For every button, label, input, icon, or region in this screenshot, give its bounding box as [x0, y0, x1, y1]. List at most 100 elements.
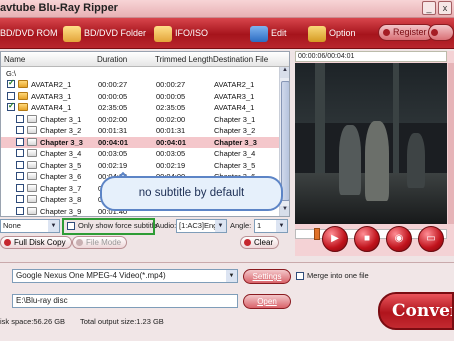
row-checkbox[interactable]	[16, 195, 24, 203]
ifo-iso-label: IFO/ISO	[175, 28, 209, 38]
file-icon	[27, 114, 37, 123]
stop-button[interactable]: ■	[354, 226, 380, 252]
clear-label: Clear	[254, 238, 274, 247]
row-checkbox[interactable]	[16, 172, 24, 180]
scroll-thumb[interactable]	[281, 81, 289, 201]
chevron-down-icon: ▼	[226, 270, 237, 282]
scene-figure	[407, 133, 425, 188]
register-icon	[383, 29, 390, 37]
row-checkbox[interactable]	[16, 160, 24, 169]
folder-icon	[18, 103, 28, 111]
open-button[interactable]: Open	[243, 294, 291, 309]
merge-label: Merge into one file	[307, 271, 369, 280]
toolbar: BD/DVD ROM BD/DVD Folder IFO/ISO Edit Op…	[0, 18, 454, 49]
video-preview	[295, 63, 447, 224]
settings-button[interactable]: Settings	[243, 269, 291, 284]
row-checkbox[interactable]	[16, 149, 24, 157]
file-mode-button[interactable]: File Mode	[72, 236, 128, 249]
bd-rom-button[interactable]: BD/DVD ROM	[0, 22, 58, 44]
output-folder-value: E:\Blu-ray disc	[16, 296, 68, 305]
convert-button[interactable]: Conver	[378, 292, 454, 330]
row-duration: 00:01:31	[98, 126, 128, 135]
output-folder-field[interactable]: E:\Blu-ray disc	[12, 294, 238, 308]
format-select[interactable]: Google Nexus One MPEG-4 Video(*.mp4) ▼	[12, 269, 238, 283]
scene-pillar	[393, 63, 399, 183]
table-row[interactable]: Chapter 3_1 00:02:00 00:02:00 Chapter 3_1	[1, 114, 279, 125]
subtitle-value: None	[3, 221, 21, 230]
row-checkbox[interactable]	[16, 126, 24, 134]
row-trimmed: 02:35:05	[156, 103, 186, 112]
file-icon	[27, 206, 37, 215]
row-duration: 00:00:05	[98, 91, 128, 101]
merge-checkbox[interactable]	[296, 272, 304, 280]
file-icon	[27, 195, 37, 203]
open-folder-button[interactable]: ▭	[418, 226, 444, 252]
row-destination: Chapter 3_1	[214, 114, 256, 124]
row-checkbox[interactable]	[16, 114, 24, 123]
folder-icon	[63, 25, 81, 42]
col-destination[interactable]: Destination File	[213, 55, 268, 64]
row-name: Chapter 3_6	[40, 172, 82, 181]
row-name: Chapter 3_5	[40, 160, 82, 170]
row-trimmed: 00:01:31	[156, 126, 186, 135]
actions-row: Full Disk Copy File Mode Clear	[0, 236, 290, 250]
row-checkbox[interactable]	[16, 137, 24, 146]
row-duration: 00:04:01	[98, 137, 129, 147]
folder-icon	[18, 91, 28, 100]
row-name: Chapter 3_2	[40, 126, 82, 135]
table-row[interactable]: Chapter 3_2 00:01:31 00:01:31 Chapter 3_2	[1, 125, 279, 136]
row-checkbox[interactable]	[7, 91, 15, 100]
table-row[interactable]: AVATAR2_1 00:00:27 00:00:27 AVATAR2_1	[1, 78, 279, 90]
file-icon	[27, 126, 37, 134]
file-icon	[27, 160, 37, 169]
ifo-iso-button[interactable]: IFO/ISO	[154, 22, 208, 44]
table-row[interactable]: AVATAR3_1 00:00:05 00:00:05 AVATAR3_1	[1, 91, 279, 102]
clear-button[interactable]: Clear	[240, 236, 280, 249]
row-checkbox[interactable]	[7, 78, 15, 88]
close-button[interactable]: x	[438, 1, 452, 15]
col-duration[interactable]: Duration	[97, 55, 127, 64]
table-row[interactable]: Chapter 3_3 00:04:01 00:04:01 Chapter 3_3	[1, 136, 279, 148]
scene-figure	[365, 121, 389, 201]
row-destination: Chapter 3_5	[214, 160, 256, 170]
file-icon	[27, 172, 37, 180]
register-button[interactable]: Register	[378, 24, 434, 41]
row-name: AVATAR3_1	[31, 91, 72, 101]
audio-select[interactable]: [1:AC3]Engli ▼	[176, 219, 227, 233]
drive-row[interactable]: G:\	[1, 68, 279, 79]
edit-label: Edit	[271, 28, 287, 38]
snapshot-button[interactable]: ◉	[386, 226, 412, 252]
angle-select[interactable]: 1 ▼	[254, 219, 288, 233]
table-row[interactable]: Chapter 3_4 00:03:05 00:03:05 Chapter 3_4	[1, 148, 279, 159]
col-trimmed[interactable]: Trimmed Length	[155, 55, 213, 64]
col-name[interactable]: Name	[4, 55, 25, 64]
bd-folder-button[interactable]: BD/DVD Folder	[63, 22, 146, 44]
disk-space-text: isk space:56.26 GB	[0, 317, 66, 326]
subtitle-select[interactable]: None ▼	[0, 219, 60, 233]
option-button[interactable]: Option	[308, 22, 356, 44]
full-disk-copy-button[interactable]: Full Disk Copy	[0, 236, 72, 249]
row-trimmed: 00:04:01	[156, 137, 187, 147]
edit-button[interactable]: Edit	[250, 22, 287, 44]
row-name: Chapter 3_1	[40, 114, 82, 124]
row-duration: 00:02:19	[98, 160, 128, 170]
row-trimmed: 00:02:00	[156, 114, 186, 124]
file-icon	[27, 183, 37, 192]
row-destination: Chapter 3_2	[214, 126, 256, 135]
scroll-up-icon[interactable]: ▲	[280, 67, 289, 78]
minimize-button[interactable]: _	[422, 1, 436, 15]
row-checkbox[interactable]	[16, 206, 24, 215]
output-size-text: Total output size:1.23 GB	[80, 317, 164, 326]
file-icon	[27, 137, 37, 146]
row-trimmed: 00:00:05	[156, 91, 186, 101]
row-checkbox[interactable]	[7, 101, 15, 111]
row-checkbox[interactable]	[16, 183, 24, 192]
row-destination: AVATAR3_1	[214, 91, 255, 101]
table-row[interactable]: AVATAR4_1 02:35:05 02:35:05 AVATAR4_1	[1, 101, 279, 113]
play-button[interactable]: ▶	[322, 226, 348, 252]
help-button[interactable]	[428, 24, 454, 41]
table-row[interactable]: Chapter 3_5 00:02:19 00:02:19 Chapter 3_5	[1, 160, 279, 171]
scroll-down-icon[interactable]: ▼	[280, 206, 289, 216]
seek-knob[interactable]	[314, 228, 320, 240]
bd-folder-label: BD/DVD Folder	[84, 28, 147, 38]
